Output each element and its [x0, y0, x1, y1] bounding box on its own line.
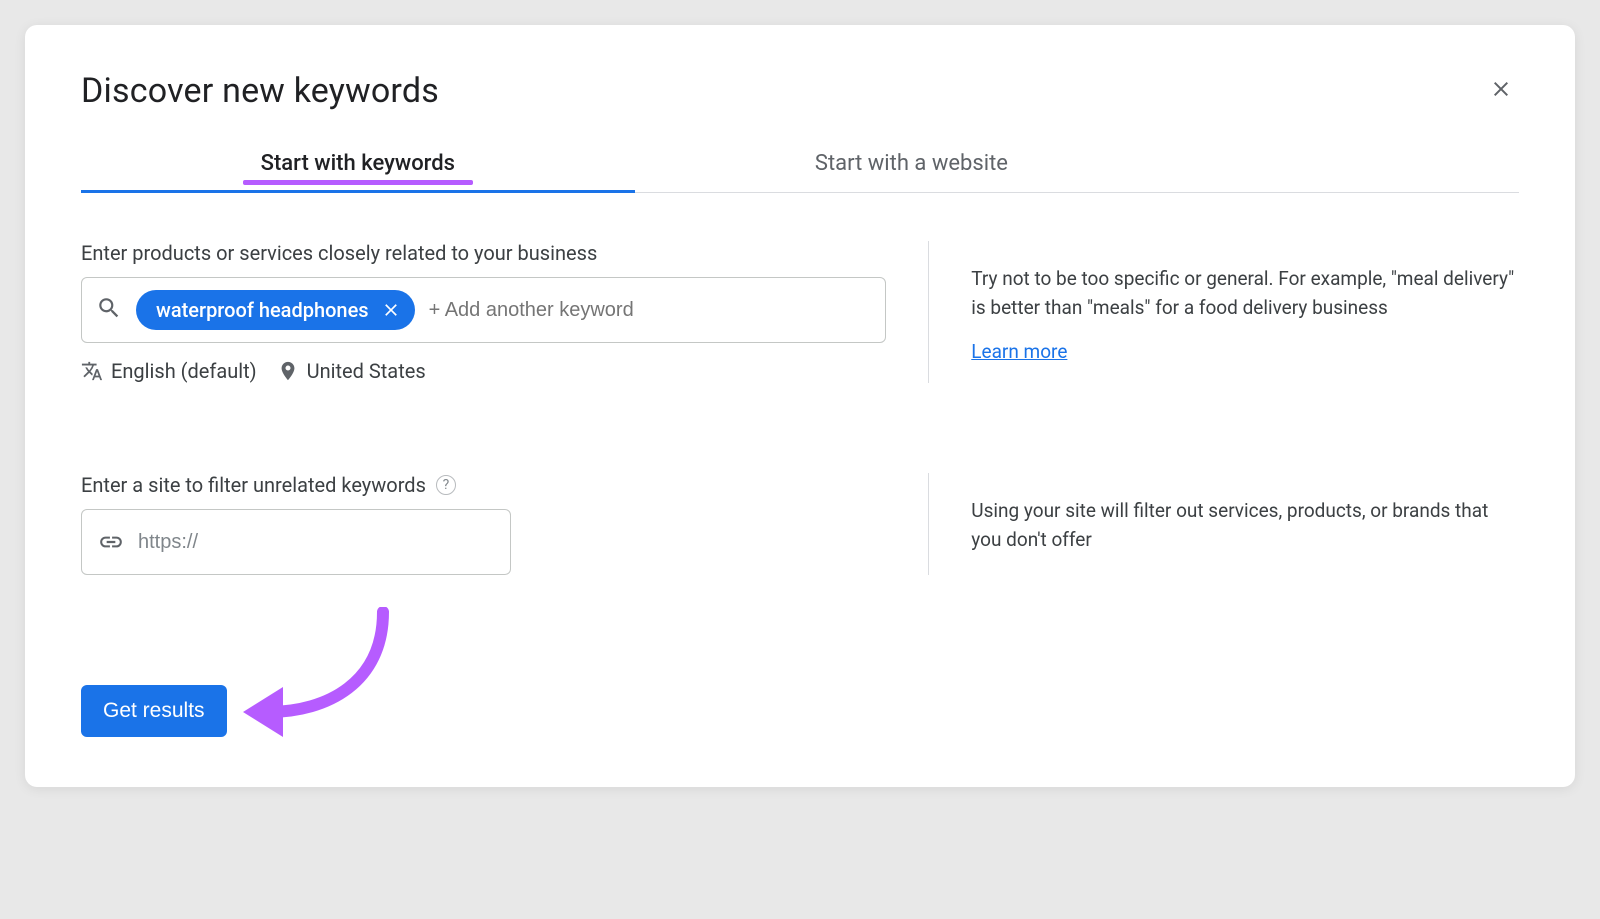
annotation-arrow-icon [233, 607, 393, 747]
language-label: English (default) [111, 359, 257, 383]
cta-row: Get results [81, 685, 1519, 737]
close-button[interactable] [1483, 71, 1519, 107]
chip-remove-button[interactable] [381, 300, 401, 320]
vertical-divider [928, 473, 929, 575]
keyword-planner-dialog: Discover new keywords Start with keyword… [25, 25, 1575, 787]
site-input-box[interactable] [81, 509, 511, 575]
learn-more-link[interactable]: Learn more [971, 340, 1067, 363]
translate-icon [81, 360, 103, 382]
keywords-label: Enter products or services closely relat… [81, 241, 886, 265]
site-label-text: Enter a site to filter unrelated keyword… [81, 473, 426, 497]
keywords-input-box[interactable]: waterproof headphones [81, 277, 886, 343]
tabs: Start with keywords Start with a website [81, 137, 1519, 193]
close-icon [1489, 77, 1513, 101]
link-icon [98, 529, 124, 555]
tab-label: Start with a website [815, 151, 1008, 176]
location-icon [277, 360, 299, 382]
help-icon[interactable]: ? [436, 475, 456, 495]
site-tip: Using your site will filter out services… [971, 497, 1519, 554]
site-filter-section: Enter a site to filter unrelated keyword… [81, 473, 1519, 575]
tab-label: Start with keywords [261, 151, 455, 176]
site-url-input[interactable] [138, 531, 494, 554]
chip-label: waterproof headphones [156, 298, 369, 322]
language-selector[interactable]: English (default) [81, 359, 257, 383]
keyword-chip: waterproof headphones [136, 290, 415, 330]
location-label: United States [307, 359, 426, 383]
site-label: Enter a site to filter unrelated keyword… [81, 473, 886, 497]
search-icon [96, 295, 122, 325]
add-keyword-input[interactable] [429, 299, 872, 322]
keywords-tip: Try not to be too specific or general. F… [971, 265, 1519, 322]
annotation-underline [243, 180, 473, 185]
location-selector[interactable]: United States [277, 359, 426, 383]
tab-start-with-website[interactable]: Start with a website [635, 137, 1189, 192]
keywords-section: Enter products or services closely relat… [81, 241, 1519, 383]
page-title: Discover new keywords [81, 71, 439, 111]
get-results-button[interactable]: Get results [81, 685, 227, 737]
vertical-divider [928, 241, 929, 383]
dialog-header: Discover new keywords [81, 71, 1519, 137]
tab-start-with-keywords[interactable]: Start with keywords [81, 137, 635, 192]
close-icon [381, 300, 401, 320]
locale-row: English (default) United States [81, 359, 886, 383]
